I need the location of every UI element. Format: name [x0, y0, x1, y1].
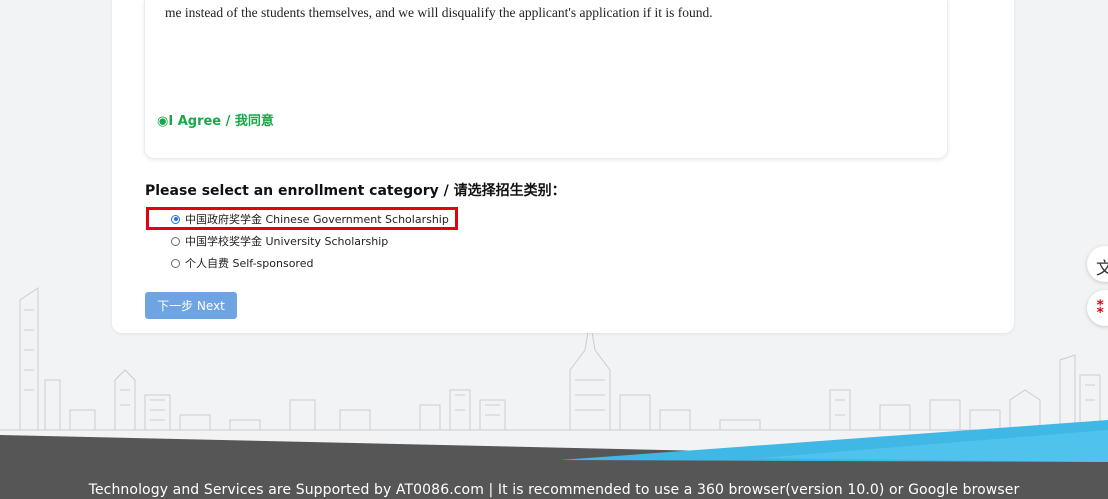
- option-self-sponsored[interactable]: 个人自费 Self-sponsored: [171, 254, 313, 272]
- agreement-text: me instead of the students themselves, a…: [165, 5, 713, 20]
- radio-button[interactable]: [171, 236, 180, 246]
- enrollment-category-title: Please select an enrollment category / 请…: [145, 183, 566, 199]
- share-icon: ⁑: [1096, 298, 1105, 317]
- selection-highlight-box: [146, 207, 458, 230]
- option-label: 中国学校奖学金 University Scholarship: [185, 235, 389, 248]
- application-card: me instead of the students themselves, a…: [112, 0, 1014, 333]
- option-label: 个人自费 Self-sponsored: [185, 257, 314, 270]
- translate-button[interactable]: 文: [1087, 246, 1108, 282]
- radio-button[interactable]: [171, 258, 180, 268]
- next-button[interactable]: 下一步 Next: [145, 292, 237, 319]
- agree-option[interactable]: ◉I Agree / 我同意: [157, 110, 274, 129]
- option-university-scholarship[interactable]: 中国学校奖学金 University Scholarship: [171, 232, 388, 250]
- translate-icon: 文: [1096, 259, 1108, 278]
- agreement-panel: me instead of the students themselves, a…: [144, 0, 948, 159]
- footer-text: Technology and Services are Supported by…: [88, 482, 1020, 498]
